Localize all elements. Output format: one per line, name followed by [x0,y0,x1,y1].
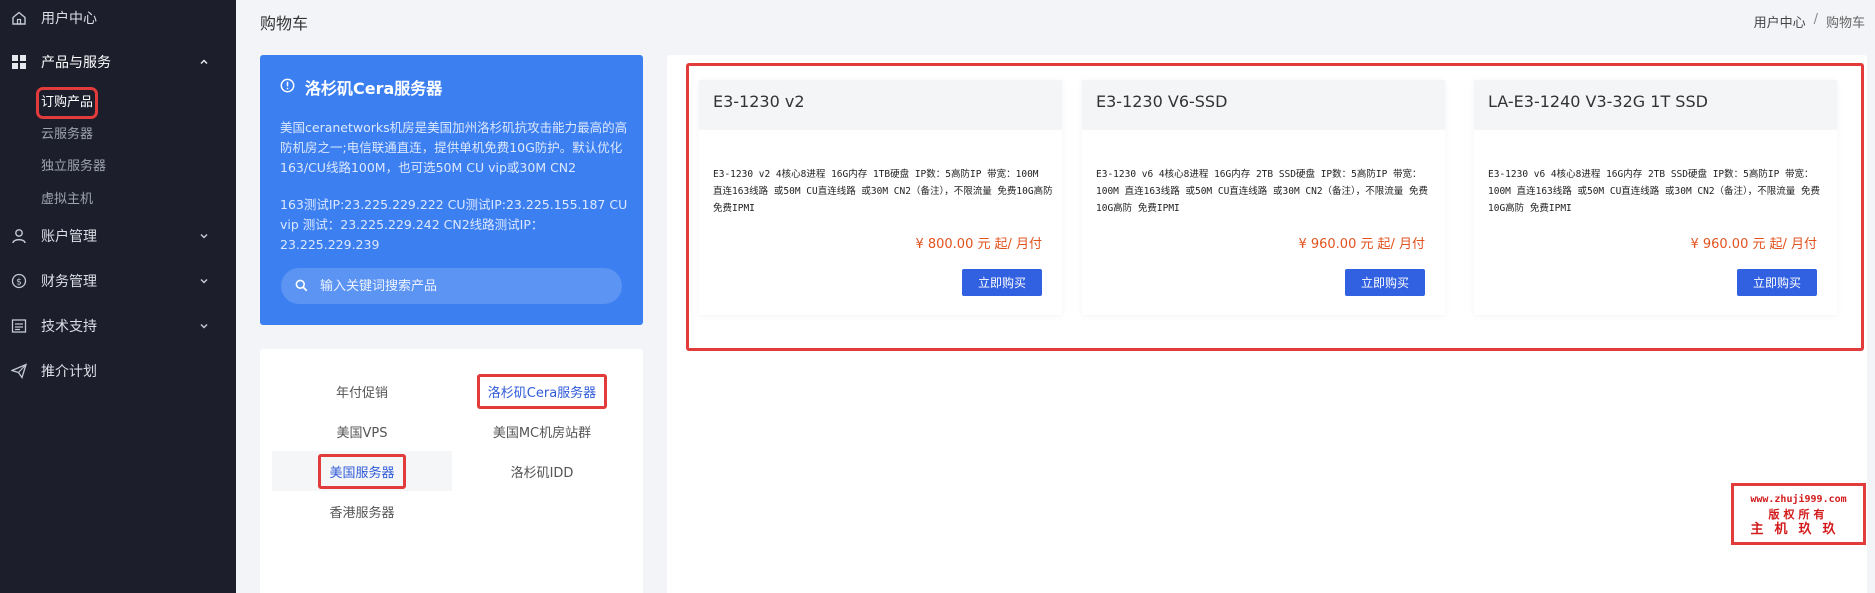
breadcrumb-link-user-center[interactable]: 用户中心 [1754,12,1806,31]
sidebar-item-support[interactable]: 技术支持 [0,304,236,348]
category-label: 美国服务器 [318,453,406,489]
sidebar-item-label: 财务管理 [41,274,97,290]
chevron-down-icon [198,275,210,287]
category-hk-server[interactable]: 香港服务器 [272,491,452,531]
sidebar-item-label: 推介计划 [41,364,97,380]
product-search-input[interactable] [320,278,600,294]
chevron-down-icon [198,320,210,332]
sidebar-item-label: 技术支持 [41,319,97,335]
category-annual-promo[interactable]: 年付促销 [272,371,452,411]
info-card-title: 洛杉矶Cera服务器 [305,79,443,98]
search-icon [295,277,308,296]
sidebar-item-finance[interactable]: $ 财务管理 [0,259,236,303]
breadcrumb: 用户中心 / 购物车 [1754,12,1865,31]
product-highlight-frame [686,63,1864,351]
category-la-cera-server[interactable]: 洛杉矶Cera服务器 [452,371,632,411]
sidebar-subitem-dedicated-server[interactable]: 独立服务器 [41,156,106,178]
sidebar-item-label: 产品与服务 [41,55,111,71]
page-title: 购物车 [260,14,309,33]
category-label: 香港服务器 [329,505,395,521]
grid-icon [10,53,28,71]
watermark-url: www.zhuji999.com [1750,493,1847,505]
category-la-idd[interactable]: 洛杉矶IDD [452,451,632,491]
category-label: 洛杉矶IDD [510,465,574,481]
info-icon [280,78,295,97]
category-info-card: 洛杉矶Cera服务器 美国ceranetworks机房是美国加州洛杉矶抗攻击能力… [260,55,643,325]
chevron-up-icon [198,56,210,68]
breadcrumb-current: 购物车 [1825,16,1865,31]
category-label: 年付促销 [335,385,388,401]
sidebar-item-label: 用户中心 [41,11,97,27]
sidebar-item-label: 账户管理 [41,229,97,245]
dollar-icon: $ [10,272,28,290]
chevron-down-icon [198,230,210,242]
user-icon [10,227,28,245]
sidebar-item-user-center[interactable]: 用户中心 [0,0,236,40]
sidebar-subitem-order-product[interactable]: 订购产品 [35,87,99,119]
sidebar-item-products-services[interactable]: 产品与服务 [0,40,236,84]
info-card-test-ips: 163测试IP:23.225.229.222 CU测试IP:23.225.155… [280,197,628,252]
sidebar-subitem-virtual-host[interactable]: 虚拟主机 [41,189,93,211]
svg-text:$: $ [16,278,22,288]
sidebar-item-account[interactable]: 账户管理 [0,214,236,258]
info-card-title-row: 洛杉矶Cera服务器 [280,75,442,99]
sidebar-item-referral[interactable]: 推介计划 [0,349,236,393]
send-icon [10,362,28,380]
info-card-description: 美国ceranetworks机房是美国加州洛杉矶抗攻击能力最高的高防机房之一;电… [280,120,628,175]
ticket-icon [10,317,28,335]
category-label: 洛杉矶Cera服务器 [476,373,608,409]
product-search-box[interactable] [281,268,622,304]
category-label: 美国VPS [336,425,388,441]
sidebar-subitem-cloud-server[interactable]: 云服务器 [41,124,93,146]
home-icon [10,9,28,27]
category-us-mc-site-group[interactable]: 美国MC机房站群 [452,411,632,451]
category-card: 年付促销 美国VPS 美国服务器 香港服务器 洛杉矶Cera服务器 美国MC机房… [260,349,643,593]
category-us-vps[interactable]: 美国VPS [272,411,452,451]
category-us-server[interactable]: 美国服务器 [272,451,452,491]
breadcrumb-separator: / [1813,12,1818,27]
sidebar: 用户中心 产品与服务 订购产品 云服务器 独立服务器 虚拟主机 账户管理 $ 财… [0,0,236,593]
watermark-brand: 主机玖玖 [1750,521,1847,537]
category-label: 美国MC机房站群 [492,425,592,441]
copyright-watermark: www.zhuji999.com 版权所有 主机玖玖 [1731,483,1866,545]
watermark-copyright: 版权所有 [1768,507,1829,521]
